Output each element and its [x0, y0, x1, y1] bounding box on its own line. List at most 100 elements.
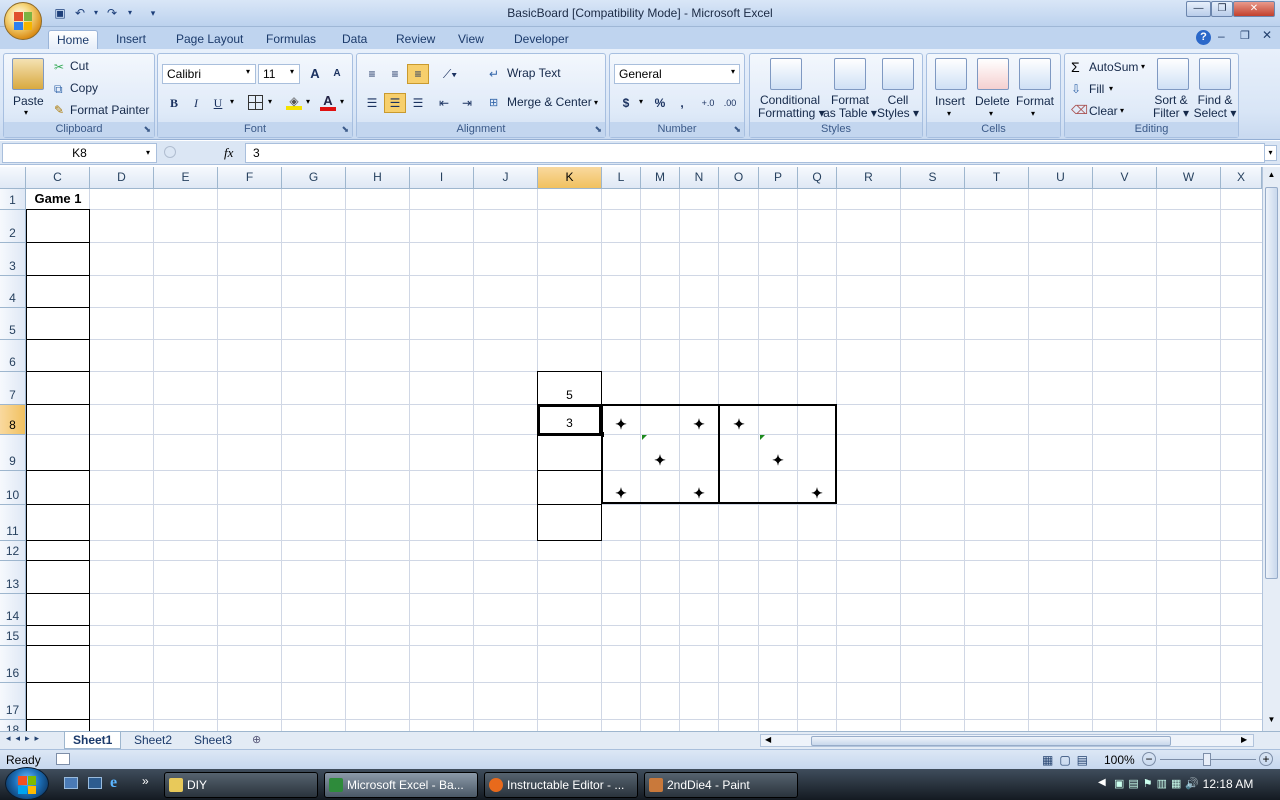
tab-view[interactable]: View	[450, 30, 492, 49]
autosum-dropdown-icon[interactable]: ▾	[1141, 62, 1145, 71]
ribbon-restore-icon[interactable]: ❐	[1240, 29, 1250, 42]
undo-dropdown-icon[interactable]: ▾	[88, 5, 104, 21]
col-header-n[interactable]: N	[680, 167, 719, 189]
row-header-4[interactable]: 4	[0, 276, 26, 308]
decrease-decimal-icon[interactable]: .00	[720, 93, 740, 113]
col-header-p[interactable]: P	[759, 167, 798, 189]
increase-decimal-icon[interactable]: +.0	[698, 93, 718, 113]
col-header-k[interactable]: K	[538, 167, 602, 189]
taskbar-item-paint[interactable]: 2ndDie4 - Paint	[644, 772, 798, 798]
col-header-s[interactable]: S	[901, 167, 965, 189]
taskbar-clock[interactable]: 12:18 AM	[1188, 777, 1268, 791]
tab-developer[interactable]: Developer	[506, 30, 577, 49]
col-header-o[interactable]: O	[719, 167, 759, 189]
help-icon[interactable]: ?	[1196, 30, 1211, 45]
merge-center-button[interactable]: Merge & Center	[507, 95, 592, 109]
row-header-15[interactable]: 15	[0, 626, 26, 646]
col-header-v[interactable]: V	[1093, 167, 1157, 189]
sheet-nav-icon[interactable]: ◂◂▸▸	[6, 733, 44, 744]
alignment-dialog-icon[interactable]: ⬊	[594, 124, 602, 135]
name-box-dropdown-icon[interactable]: ▾	[146, 148, 150, 157]
font-color-dropdown-icon[interactable]: ▾	[340, 97, 344, 106]
col-header-r[interactable]: R	[837, 167, 901, 189]
cell-k11[interactable]	[537, 504, 602, 541]
paste-dropdown-icon[interactable]: ▾	[24, 108, 28, 117]
taskbar-item-excel[interactable]: Microsoft Excel - Ba...	[324, 772, 478, 798]
ribbon-close-icon[interactable]: ✕	[1262, 28, 1272, 42]
taskbar-item-diy[interactable]: DIY	[164, 772, 318, 798]
row-header-5[interactable]: 5	[0, 308, 26, 340]
tray-expand-icon[interactable]: ◀	[1098, 777, 1106, 788]
fill-color-dropdown-icon[interactable]: ▾	[306, 97, 310, 106]
currency-button[interactable]: $	[616, 93, 636, 113]
scroll-right-icon[interactable]: ▶	[1241, 735, 1247, 744]
taskbar-item-firefox[interactable]: Instructable Editor - ...	[484, 772, 638, 798]
shrink-font-button[interactable]: A	[326, 64, 348, 84]
worksheet-grid[interactable]: 1 2 3 4 5 6 7 8 9 10 11 12 13 14 15 16 1…	[0, 189, 1262, 731]
underline-dropdown-icon[interactable]: ▾	[230, 97, 234, 106]
horizontal-scrollbar[interactable]: ◀ ▶	[760, 734, 1254, 747]
copy-button[interactable]: Copy	[70, 81, 98, 95]
fill-dropdown-icon[interactable]: ▾	[1109, 84, 1113, 93]
merge-dropdown-icon[interactable]: ▾	[594, 98, 598, 107]
row-header-3[interactable]: 3	[0, 243, 26, 276]
scroll-down-icon[interactable]: ▼	[1265, 715, 1278, 727]
cell-k8-selected[interactable]: 3	[537, 404, 602, 436]
row-header-17[interactable]: 17	[0, 683, 26, 720]
select-all-corner[interactable]	[0, 167, 26, 189]
vertical-scroll-thumb[interactable]	[1265, 187, 1278, 579]
internet-explorer-icon[interactable]: e	[110, 774, 117, 792]
col-header-m[interactable]: M	[641, 167, 680, 189]
zoom-level[interactable]: 100%	[1104, 753, 1135, 767]
row-header-6[interactable]: 6	[0, 340, 26, 372]
col-header-w[interactable]: W	[1157, 167, 1221, 189]
number-format-dropdown-icon[interactable]: ▾	[731, 67, 735, 76]
row-header-1[interactable]: 1	[0, 189, 26, 210]
row-header-7[interactable]: 7	[0, 372, 26, 405]
start-button[interactable]	[5, 767, 49, 800]
clear-button[interactable]: Clear	[1089, 104, 1118, 118]
col-header-u[interactable]: U	[1029, 167, 1093, 189]
clipboard-dialog-icon[interactable]: ⬊	[143, 124, 151, 135]
font-color-icon[interactable]: A	[320, 93, 336, 111]
col-header-j[interactable]: J	[474, 167, 538, 189]
find-select-button[interactable]: Find & Select ▾	[1193, 94, 1237, 120]
row-header-8[interactable]: 8	[0, 405, 26, 435]
cut-button[interactable]: Cut	[70, 59, 89, 73]
formula-input[interactable]: 3	[245, 143, 1265, 163]
row-header-2[interactable]: 2	[0, 210, 26, 243]
grow-font-button[interactable]: A	[304, 64, 326, 84]
tab-review[interactable]: Review	[388, 30, 443, 49]
autosum-button[interactable]: AutoSum	[1089, 60, 1138, 74]
row-header-11[interactable]: 11	[0, 505, 26, 541]
bold-button[interactable]: B	[164, 93, 184, 113]
number-dialog-icon[interactable]: ⬊	[733, 124, 741, 135]
close-button[interactable]: ✕	[1233, 1, 1275, 17]
align-right-icon[interactable]: ☰	[407, 93, 429, 113]
col-header-g[interactable]: G	[282, 167, 346, 189]
cell-k9[interactable]	[537, 435, 602, 471]
tab-page-layout[interactable]: Page Layout	[168, 30, 251, 49]
horizontal-scroll-thumb[interactable]	[811, 736, 1171, 746]
fill-color-icon[interactable]: ◈	[286, 94, 302, 110]
orientation-icon[interactable]: ⟋▾	[435, 64, 465, 84]
tab-insert[interactable]: Insert	[108, 30, 154, 49]
insert-cells-button[interactable]: Insert	[935, 94, 965, 108]
quicklaunch-more-icon[interactable]: »	[142, 774, 149, 788]
col-header-q[interactable]: Q	[798, 167, 837, 189]
borders-icon[interactable]	[248, 95, 263, 110]
vertical-scrollbar[interactable]: ▲ ▼	[1262, 167, 1280, 731]
cell-k7[interactable]: 5	[537, 371, 602, 405]
percent-button[interactable]: %	[650, 93, 670, 113]
cell-styles-button[interactable]: Cell Styles ▾	[876, 94, 920, 120]
comma-button[interactable]: ,	[672, 93, 692, 113]
save-icon[interactable]: ▣	[52, 5, 68, 21]
borders-dropdown-icon[interactable]: ▾	[268, 97, 272, 106]
tab-data[interactable]: Data	[334, 30, 375, 49]
align-center-icon[interactable]: ☰	[384, 93, 406, 113]
insert-function-button[interactable]: fx	[224, 145, 233, 161]
align-top-icon[interactable]: ≡	[361, 64, 383, 84]
col-header-d[interactable]: D	[90, 167, 154, 189]
conditional-formatting-button[interactable]: Conditional Formatting ▾	[758, 94, 825, 120]
clear-dropdown-icon[interactable]: ▾	[1120, 106, 1124, 115]
